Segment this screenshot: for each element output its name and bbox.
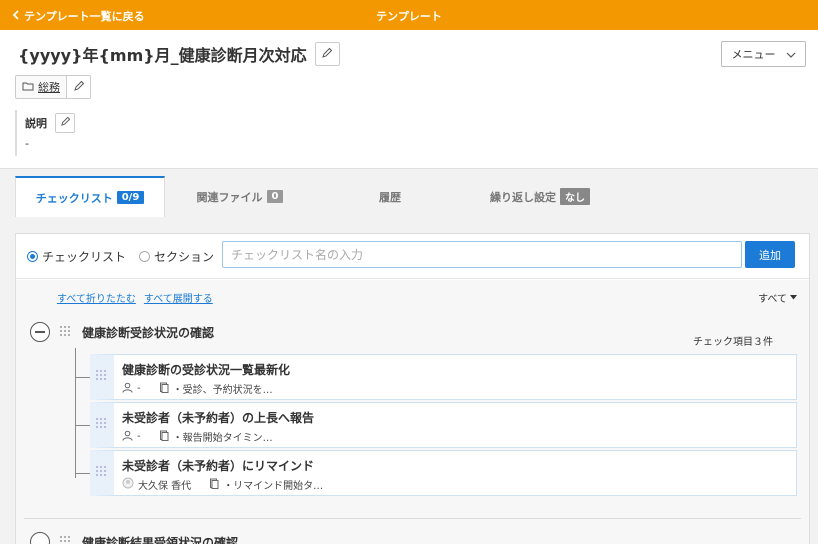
- section-divider: [24, 518, 801, 519]
- edit-category-button[interactable]: [67, 75, 91, 99]
- page-title: {yyyy}年{mm}月_健康診断月次対応: [18, 46, 307, 65]
- radio-section[interactable]: セクション: [139, 248, 214, 265]
- expand-all-link[interactable]: すべて展開する: [144, 290, 213, 305]
- back-to-templates-link[interactable]: テンプレート一覧に戻る: [12, 8, 145, 24]
- filter-label: すべて: [758, 294, 787, 305]
- title-row: {yyyy}年{mm}月_健康診断月次対応: [18, 42, 340, 66]
- assignee: -: [137, 431, 141, 442]
- edit-title-button[interactable]: [314, 42, 340, 66]
- chevron-left-icon: [12, 9, 20, 23]
- add-form: チェックリスト セクション 追加: [16, 234, 809, 279]
- checklist-item[interactable]: 未受診者（未予約者）の上長へ報告 - ・報告開始タイミン…: [75, 402, 797, 448]
- pencil-icon: [73, 80, 85, 95]
- list-area: すべて折りたたむ すべて展開する すべて 健康診断受診状況の確認 チェック項目３…: [16, 280, 809, 544]
- tree-connector: [75, 425, 90, 426]
- tree-line: [75, 348, 76, 478]
- item-note: ・リマインド開始タ…: [223, 481, 324, 492]
- document-icon: [159, 430, 169, 444]
- drag-handle-icon[interactable]: [96, 466, 108, 478]
- drag-handle-icon[interactable]: [60, 536, 72, 544]
- radio-label: チェックリスト: [42, 250, 127, 264]
- radio-label: セクション: [154, 250, 215, 264]
- top-bar: テンプレート一覧に戻る テンプレート: [0, 0, 818, 30]
- radio-checked-icon: [27, 251, 38, 262]
- user-icon: [122, 382, 133, 396]
- item-note: ・受診、予約状況を…: [172, 385, 273, 396]
- menu-button[interactable]: メニュー: [721, 41, 806, 67]
- tab-label: 繰り返し設定: [490, 190, 556, 204]
- drag-handle-icon[interactable]: [96, 370, 108, 382]
- description-label: 説明: [25, 117, 47, 130]
- tab-badge: なし: [560, 188, 590, 205]
- category-link[interactable]: 総務: [38, 79, 60, 95]
- checklist-name-input[interactable]: [222, 241, 742, 268]
- back-label: テンプレート一覧に戻る: [24, 10, 145, 23]
- menu-label: メニュー: [731, 48, 776, 61]
- section-count: チェック項目３件: [693, 337, 773, 348]
- item-meta: 大久保 香代 ・リマインド開始タ…: [122, 477, 323, 492]
- item-note: ・報告開始タイミン…: [172, 433, 273, 444]
- tab-bar: チェックリスト 0/9 関連ファイル 0 履歴 繰り返し設定 なし: [15, 176, 615, 217]
- edit-description-button[interactable]: [55, 113, 75, 133]
- item-title: 健康診断の受診状況一覧最新化: [122, 363, 291, 377]
- avatar-icon: [122, 477, 134, 492]
- tab-label: 関連ファイル: [196, 190, 263, 204]
- tree-connector: [75, 377, 90, 378]
- section-title[interactable]: 健康診断結果受領状況の確認: [82, 534, 238, 544]
- tab-badge: 0: [266, 190, 284, 203]
- assignee: 大久保 香代: [138, 481, 192, 492]
- item-meta: - ・受診、予約状況を…: [122, 381, 273, 396]
- radio-checklist[interactable]: チェックリスト: [27, 248, 126, 265]
- description-block: 説明 -: [15, 110, 215, 156]
- category-row: 総務: [15, 75, 91, 99]
- drag-handle-icon[interactable]: [96, 418, 108, 430]
- tree-connector: [75, 473, 90, 474]
- expand-section-icon[interactable]: [30, 532, 50, 544]
- section-header: 健康診断結果受領状況の確認: [30, 532, 238, 544]
- caret-down-icon: [790, 292, 797, 303]
- drag-handle-icon[interactable]: [60, 326, 72, 338]
- pencil-icon: [60, 116, 71, 130]
- chevron-down-icon: [786, 48, 796, 61]
- folder-icon: [22, 81, 34, 94]
- collapse-all-link[interactable]: すべて折りたたむ: [57, 290, 136, 305]
- tab-label: チェックリスト: [35, 191, 113, 205]
- tab-badge: 0/9: [116, 191, 145, 204]
- tab-history[interactable]: 履歴: [315, 176, 465, 217]
- tab-checklist[interactable]: チェックリスト 0/9: [15, 176, 165, 217]
- filter-dropdown[interactable]: すべて: [758, 290, 797, 305]
- checklist-panel: チェックリスト セクション 追加 すべて折りたたむ すべて展開する すべて 健康…: [15, 233, 810, 544]
- collapse-section-icon[interactable]: [30, 322, 50, 342]
- checklist-item[interactable]: 未受診者（未予約者）にリマインド 大久保 香代 ・リマインド開始タ…: [75, 450, 797, 496]
- tab-label: 履歴: [379, 190, 401, 204]
- category-chip[interactable]: 総務: [15, 75, 67, 99]
- pencil-icon: [321, 47, 333, 62]
- tab-repeat-settings[interactable]: 繰り返し設定 なし: [465, 176, 615, 217]
- section-title[interactable]: 健康診断受診状況の確認: [82, 324, 214, 341]
- tab-related-files[interactable]: 関連ファイル 0: [165, 176, 315, 217]
- description-value: -: [25, 137, 29, 150]
- checklist-item[interactable]: 健康診断の受診状況一覧最新化 - ・受診、予約状況を…: [75, 354, 797, 400]
- add-button[interactable]: 追加: [745, 241, 795, 268]
- expand-collapse-links: すべて折りたたむ すべて展開する: [57, 290, 213, 305]
- assignee: -: [137, 383, 141, 394]
- document-icon: [159, 382, 169, 396]
- document-icon: [209, 478, 219, 492]
- section-header: 健康診断受診状況の確認: [30, 322, 214, 342]
- radio-unchecked-icon: [139, 251, 150, 262]
- item-title: 未受診者（未予約者）にリマインド: [122, 459, 315, 473]
- item-title: 未受診者（未予約者）の上長へ報告: [122, 411, 315, 425]
- item-meta: - ・報告開始タイミン…: [122, 429, 273, 444]
- user-icon: [122, 430, 133, 444]
